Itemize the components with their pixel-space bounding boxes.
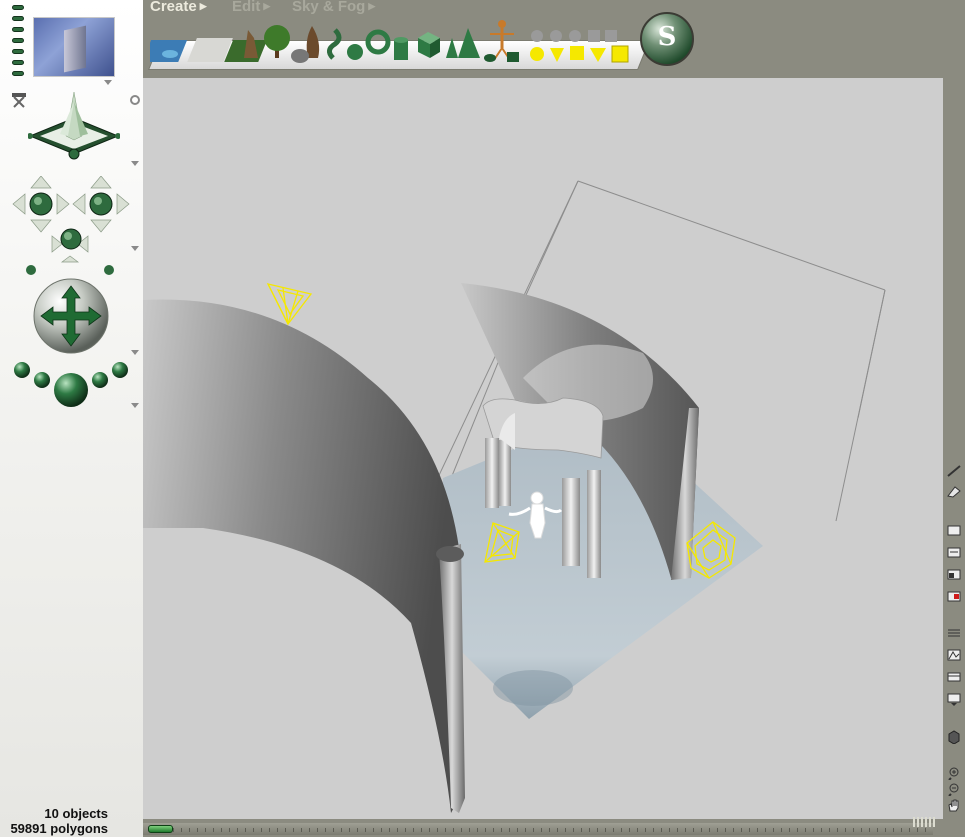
animation-timeline[interactable] bbox=[143, 817, 937, 835]
light-gizmo[interactable] bbox=[266, 283, 313, 326]
primitive-sphere-icon[interactable] bbox=[530, 47, 544, 61]
window-icon[interactable] bbox=[946, 524, 962, 538]
left-sidebar: 10 objects 59891 polygons bbox=[0, 0, 143, 837]
pyramid-icon[interactable] bbox=[458, 28, 480, 58]
paintbrush-icon[interactable] bbox=[946, 464, 962, 478]
cube-icon[interactable] bbox=[418, 32, 440, 58]
primitive-cone-icon[interactable] bbox=[550, 48, 564, 62]
cone-icon[interactable] bbox=[446, 38, 458, 58]
flat-square-icon[interactable] bbox=[507, 52, 519, 62]
eraser-icon[interactable] bbox=[946, 484, 962, 498]
render-preview-thumbnail[interactable] bbox=[33, 17, 115, 77]
scene-render bbox=[143, 180, 886, 813]
torus-icon[interactable] bbox=[365, 29, 391, 55]
hand-pan-icon[interactable] bbox=[946, 798, 962, 812]
menu-edit[interactable]: Edit ▶ bbox=[232, 0, 270, 15]
move-dropdown-icon[interactable] bbox=[131, 246, 139, 251]
menu-arrow-icon: ▶ bbox=[263, 1, 271, 11]
timeline-scrubber[interactable] bbox=[148, 825, 173, 833]
list-icon[interactable] bbox=[946, 626, 962, 640]
stone-icon[interactable] bbox=[291, 49, 309, 63]
timeline-end-grip[interactable] bbox=[913, 817, 937, 827]
camera-director-icon[interactable] bbox=[11, 92, 27, 108]
scale-dropdown-icon[interactable] bbox=[131, 403, 139, 408]
render-icon[interactable] bbox=[946, 590, 962, 604]
zoom-out-icon[interactable] bbox=[946, 782, 962, 796]
logo-letter: S bbox=[657, 22, 677, 52]
sidebar-handle-dash[interactable] bbox=[12, 71, 24, 76]
primitive-cylinder-icon[interactable] bbox=[570, 46, 584, 60]
sidebar-handle-dash[interactable] bbox=[12, 49, 24, 54]
tree-icon[interactable] bbox=[264, 25, 290, 58]
grid-dropdown-icon[interactable] bbox=[946, 692, 962, 706]
polygon-count-status: 59891 polygons bbox=[10, 821, 108, 836]
primitive-pyramid-icon[interactable] bbox=[590, 48, 606, 62]
terrain-edit-icon[interactable] bbox=[946, 648, 962, 662]
zoom-in-icon[interactable] bbox=[946, 766, 962, 780]
camera-radio-toggle[interactable] bbox=[130, 95, 140, 105]
menu-arrow-icon: ▶ bbox=[199, 1, 207, 11]
scale-control[interactable] bbox=[10, 358, 135, 420]
object-library-items bbox=[150, 20, 629, 63]
box-object-icon[interactable] bbox=[946, 730, 962, 744]
menu-sky-fog[interactable]: Sky & Fog ▶ bbox=[292, 0, 375, 15]
move-xy-arrows-control[interactable] bbox=[10, 176, 130, 276]
left-curved-wall[interactable] bbox=[143, 299, 459, 813]
right-toolbar bbox=[943, 78, 965, 837]
sidebar-handle-dash[interactable] bbox=[12, 27, 24, 32]
snake-icon[interactable] bbox=[327, 28, 342, 60]
panel-icon[interactable] bbox=[946, 670, 962, 684]
sidebar-handle-dash[interactable] bbox=[12, 16, 24, 21]
sidebar-handle-dash[interactable] bbox=[12, 5, 24, 10]
grey-sphere-icon[interactable] bbox=[531, 30, 617, 42]
rotate-dropdown-icon[interactable] bbox=[131, 350, 139, 355]
menu-create[interactable]: Create ▶ bbox=[150, 0, 207, 15]
preview-dropdown-icon[interactable] bbox=[104, 80, 112, 85]
menu-arrow-icon: ▶ bbox=[368, 1, 376, 11]
menu-edit-label: Edit bbox=[232, 0, 261, 15]
water-icon[interactable] bbox=[150, 40, 188, 62]
sidebar-handle-dash[interactable] bbox=[12, 38, 24, 43]
software-logo-button[interactable]: S bbox=[640, 12, 694, 66]
menu-bar: Create ▶ Edit ▶ Sky & Fog ▶ bbox=[143, 0, 965, 18]
rotate-trackball-sphere[interactable] bbox=[30, 278, 112, 358]
cylinder-icon[interactable] bbox=[394, 37, 408, 60]
menu-sky-fog-label: Sky & Fog bbox=[292, 0, 366, 15]
rock-icon[interactable] bbox=[224, 30, 268, 62]
sphere-icon[interactable] bbox=[347, 44, 363, 60]
document-icon[interactable] bbox=[946, 546, 962, 560]
object-count-status: 10 objects bbox=[44, 806, 108, 821]
camera-trackball-control[interactable] bbox=[28, 90, 120, 162]
menu-create-label: Create bbox=[150, 0, 197, 15]
3d-viewport[interactable] bbox=[143, 78, 943, 819]
primitive-cube-icon[interactable] bbox=[611, 45, 629, 63]
layout-icon[interactable] bbox=[946, 568, 962, 582]
sidebar-handle-dash[interactable] bbox=[12, 60, 24, 65]
timeline-ticks bbox=[173, 828, 933, 832]
disc-icon[interactable] bbox=[484, 54, 496, 62]
camera-dropdown-icon[interactable] bbox=[131, 161, 139, 166]
plant-icon[interactable] bbox=[306, 26, 320, 58]
